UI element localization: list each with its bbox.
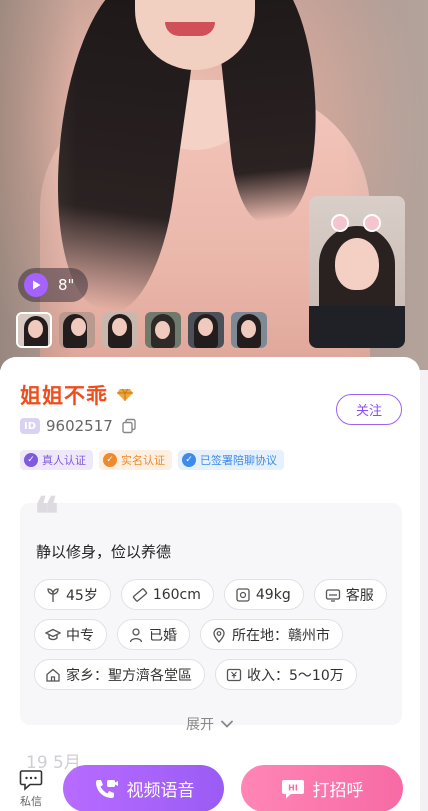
profile-photo[interactable]: 8" bbox=[0, 0, 428, 370]
bottom-action-bar: 私信 视频语音 HI 打招呼 bbox=[0, 755, 428, 811]
tag-label: 已婚 bbox=[149, 627, 177, 644]
play-icon bbox=[24, 273, 48, 297]
profile-tags: 45岁 160cm 49kg 客服 中专 已婚 所在地：赣州市 家乡：聖方濟各堂… bbox=[34, 579, 394, 690]
private-message-label: 私信 bbox=[20, 795, 42, 808]
tag-income: 收入：5～10万 bbox=[215, 659, 357, 690]
voice-duration-badge[interactable]: 8" bbox=[18, 268, 89, 302]
agreement-icon: ✓ bbox=[182, 453, 196, 467]
verified-icon: ✓ bbox=[24, 453, 38, 467]
height-icon bbox=[132, 587, 147, 602]
id-card-icon: ✓ bbox=[103, 453, 117, 467]
chevron-down-icon bbox=[221, 720, 233, 728]
video-voice-label: 视频语音 bbox=[126, 781, 195, 801]
phone-call-icon bbox=[95, 779, 118, 798]
income-icon bbox=[226, 668, 242, 681]
photo-thumbnail[interactable] bbox=[231, 312, 267, 348]
photo-thumbnail[interactable] bbox=[145, 312, 181, 348]
tag-height: 160cm bbox=[120, 579, 214, 610]
tag-weight: 49kg bbox=[223, 579, 304, 610]
tag-location: 所在地：赣州市 bbox=[200, 619, 343, 650]
greet-button[interactable]: HI 打招呼 bbox=[241, 765, 403, 811]
badge-label: 实名认证 bbox=[121, 454, 165, 467]
tag-education: 中专 bbox=[34, 619, 107, 650]
tag-label: 客服 bbox=[345, 587, 374, 604]
badge-label: 真人认证 bbox=[42, 454, 86, 467]
real-name-badge: ✓ 实名认证 bbox=[99, 450, 172, 470]
weight-icon bbox=[236, 587, 250, 602]
tag-hometown: 家乡：聖方濟各堂區 bbox=[34, 659, 205, 690]
copy-icon[interactable] bbox=[121, 418, 137, 434]
badge-label: 已签署陪聊协议 bbox=[200, 454, 277, 467]
profile-name: 姐姐不乖 bbox=[20, 384, 108, 408]
photo-thumbnail[interactable] bbox=[188, 312, 224, 348]
real-person-badge: ✓ 真人认证 bbox=[20, 450, 93, 470]
photo-thumbnail[interactable] bbox=[102, 312, 138, 348]
photo-thumbnail[interactable] bbox=[59, 312, 95, 348]
tag-label: 中专 bbox=[66, 627, 94, 644]
hi-icon-text: HI bbox=[288, 783, 298, 792]
person-icon bbox=[129, 627, 143, 642]
profile-card: 姐姐不乖 关注 ID 9602517 ✓ 真人认证 ✓ 实名认证 ✓ 已签署陪聊… bbox=[0, 357, 420, 811]
tag-label: 收入：5～10万 bbox=[247, 667, 344, 684]
tag-label: 45岁 bbox=[66, 587, 98, 604]
name-row: 姐姐不乖 bbox=[20, 380, 134, 410]
video-preview[interactable] bbox=[309, 196, 405, 348]
tag-age: 45岁 bbox=[34, 579, 111, 610]
tag-label: 所在地：赣州市 bbox=[232, 627, 330, 644]
tag-label: 家乡：聖方濟各堂區 bbox=[66, 667, 192, 684]
tag-label: 49kg bbox=[255, 586, 291, 603]
education-icon bbox=[45, 628, 61, 640]
expand-button[interactable]: 展开 bbox=[0, 714, 420, 734]
tag-marital: 已婚 bbox=[117, 619, 190, 650]
profile-id: 9602517 bbox=[46, 417, 113, 435]
verification-badges: ✓ 真人认证 ✓ 实名认证 ✓ 已签署陪聊协议 bbox=[20, 450, 284, 470]
diamond-icon bbox=[117, 388, 133, 401]
location-icon bbox=[213, 627, 225, 643]
greet-label: 打招呼 bbox=[312, 781, 364, 801]
photo-thumbnail-strip bbox=[16, 312, 267, 348]
profile-motto: 静以修身，俭以养德 bbox=[36, 543, 172, 561]
video-voice-call-button[interactable]: 视频语音 bbox=[63, 765, 224, 811]
home-icon bbox=[46, 668, 60, 682]
voice-duration-text: 8" bbox=[58, 276, 75, 294]
age-icon bbox=[47, 587, 59, 602]
hi-chat-icon: HI bbox=[281, 779, 304, 798]
id-tag: ID bbox=[20, 418, 40, 434]
quote-icon: ❝ bbox=[34, 487, 59, 541]
follow-button[interactable]: 关注 bbox=[336, 394, 402, 425]
photo-thumbnail[interactable] bbox=[16, 312, 52, 348]
job-icon bbox=[325, 588, 340, 602]
tag-label: 160cm bbox=[152, 586, 201, 603]
chat-bubble-icon bbox=[19, 770, 43, 791]
agreement-badge[interactable]: ✓ 已签署陪聊协议 bbox=[178, 450, 284, 470]
id-row: ID 9602517 bbox=[20, 417, 137, 435]
tag-job: 客服 bbox=[313, 579, 387, 610]
expand-label: 展开 bbox=[186, 717, 214, 733]
private-message-button[interactable]: 私信 bbox=[14, 769, 48, 809]
profile-info-box: ❝ 静以修身，俭以养德 45岁 160cm 49kg 客服 中专 已婚 所在地：… bbox=[20, 487, 402, 725]
